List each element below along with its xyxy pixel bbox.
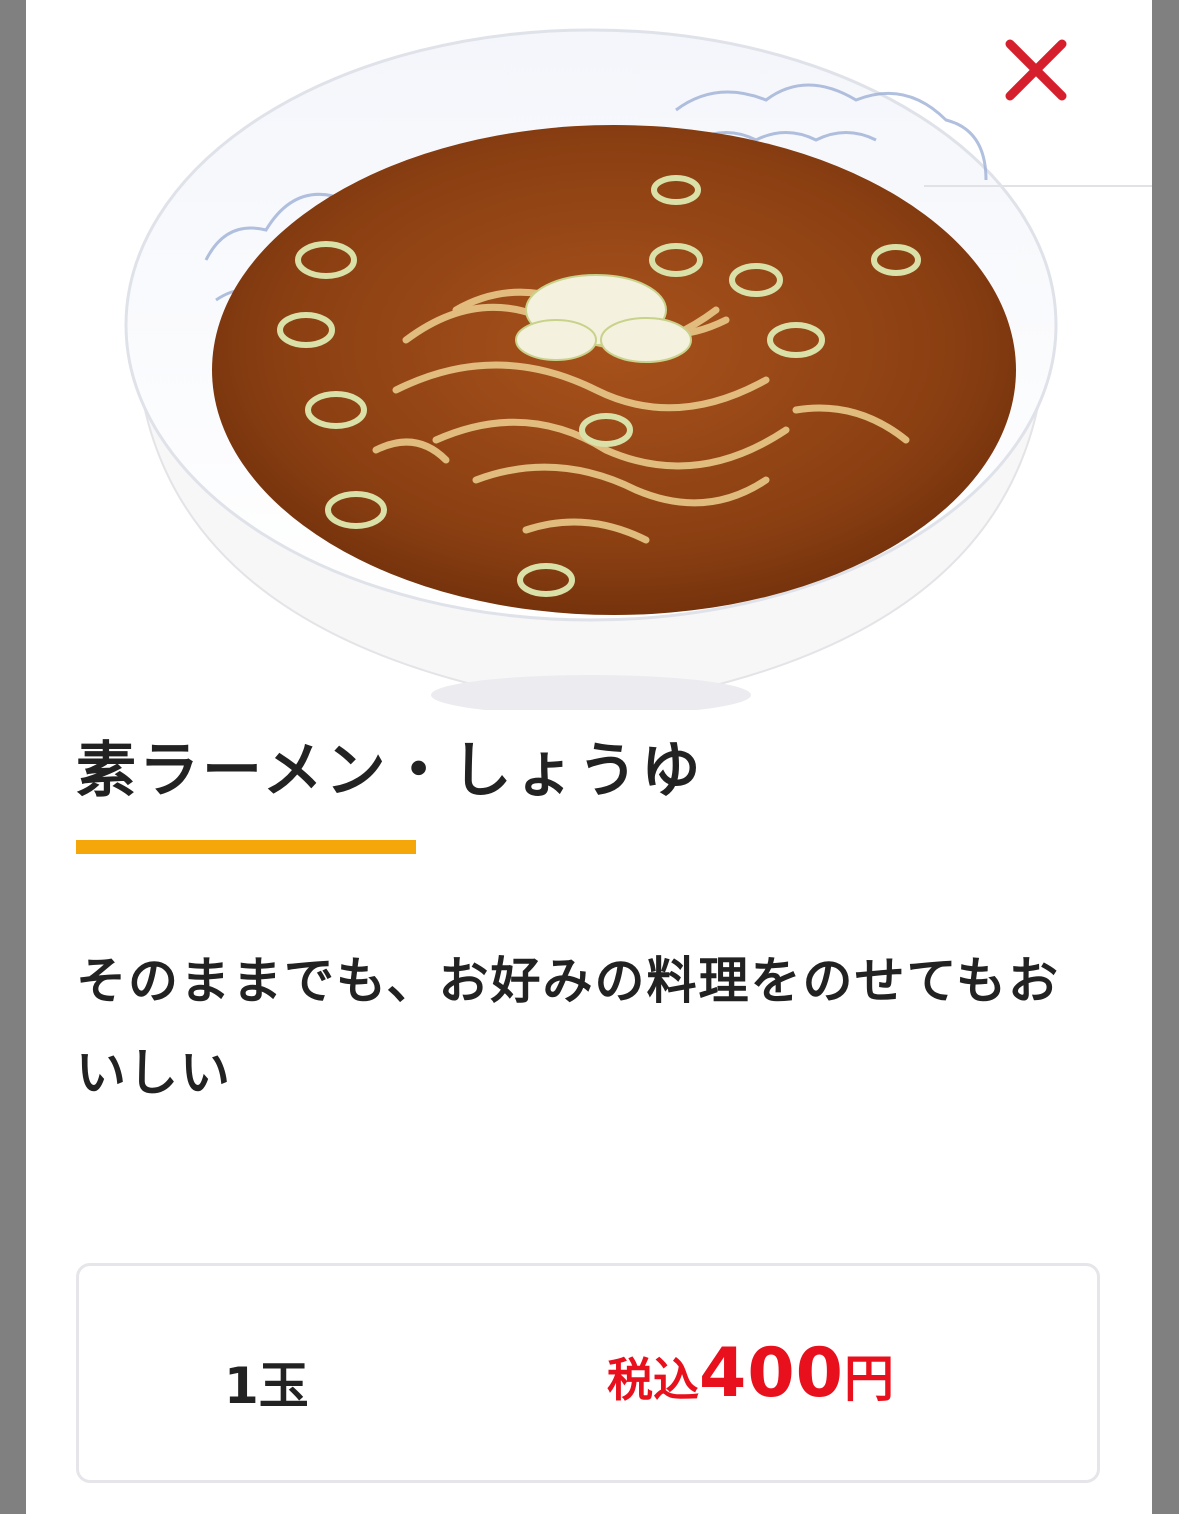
close-icon	[1005, 39, 1067, 101]
product-title: 素ラーメン・しょうゆ	[76, 736, 704, 806]
product-description: そのままでも、お好みの料理をのせてもおいしい	[76, 952, 1060, 1102]
product-modal: 素ラーメン・しょうゆ そのままでも、お好みの料理をのせてもおいしい 1玉 税込4…	[26, 0, 1152, 1514]
price-option[interactable]: 1玉 税込400円	[76, 1263, 1100, 1483]
currency-unit: 円	[843, 1350, 894, 1408]
close-button[interactable]	[996, 30, 1076, 110]
title-underline	[76, 840, 416, 854]
tax-label: 税込	[607, 1353, 699, 1407]
price: 税込400円	[607, 1334, 894, 1413]
size-label: 1玉	[224, 1357, 309, 1415]
price-amount: 400	[699, 1334, 844, 1413]
divider	[924, 185, 1152, 187]
product-image	[124, 28, 1058, 710]
